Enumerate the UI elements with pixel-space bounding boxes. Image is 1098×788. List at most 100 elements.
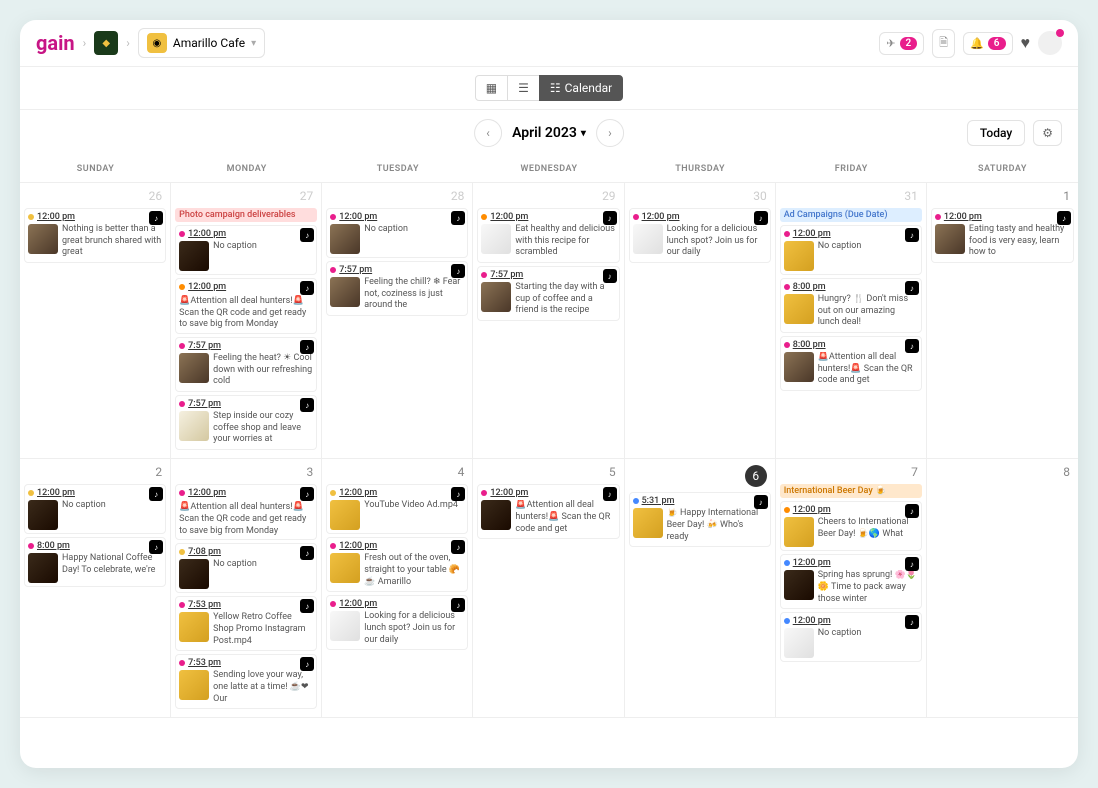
user-avatar[interactable]	[1038, 31, 1062, 55]
post-caption: 🚨Attention all deal hunters!🚨 Scan the Q…	[818, 352, 918, 387]
post-card[interactable]: 7:08 pm♪No caption	[175, 543, 317, 593]
prev-month-button[interactable]: ‹	[474, 119, 502, 147]
day-cell[interactable]: 31Ad Campaigns (Due Date)12:00 pm♪No cap…	[776, 183, 927, 458]
post-card[interactable]: 12:00 pm♪Eating tasty and healthy food i…	[931, 208, 1074, 263]
org-badge[interactable]: ◆	[94, 31, 118, 55]
post-card[interactable]: 12:00 pm♪🚨Attention all deal hunters!🚨 S…	[477, 484, 619, 539]
calendar-view-button[interactable]: ☷ Calendar	[539, 75, 623, 101]
post-card[interactable]: 8:00 pm♪Happy National Coffee Day! To ce…	[24, 537, 166, 587]
paper-plane-icon: ✈	[886, 37, 895, 50]
day-cell[interactable]: 2912:00 pm♪Eat healthy and delicious wit…	[473, 183, 624, 458]
post-caption: Nothing is better than a great brunch sh…	[62, 224, 162, 259]
heart-icon[interactable]: ♥	[1021, 33, 1031, 53]
day-number: 26	[24, 187, 166, 205]
day-cell[interactable]: 1 12:00 pm♪Eating tasty and healthy food …	[927, 183, 1078, 458]
next-month-button[interactable]: ›	[596, 119, 624, 147]
status-dot	[784, 507, 790, 513]
post-card[interactable]: 12:00 pm♪No caption	[780, 612, 922, 662]
archive-button[interactable]: 🗎	[932, 29, 955, 58]
tiktok-icon: ♪	[905, 339, 919, 353]
status-dot	[330, 601, 336, 607]
post-card[interactable]: 12:00 pm♪Cheers to International Beer Da…	[780, 501, 922, 551]
post-card[interactable]: 12:00 pm♪Nothing is better than a great …	[24, 208, 166, 263]
post-card[interactable]: 7:57 pm♪Starting the day with a cup of c…	[477, 266, 619, 321]
post-card[interactable]: 12:00 pm♪YouTube Video Ad.mp4	[326, 484, 468, 534]
day-cell[interactable]: 65:31 pm♪🍺 Happy International Beer Day!…	[625, 459, 776, 717]
tiktok-icon: ♪	[149, 211, 163, 225]
event-banner[interactable]: Ad Campaigns (Due Date)	[780, 208, 922, 222]
post-card[interactable]: 12:00 pm♪Spring has sprung! 🌸🌷🌼 Time to …	[780, 554, 922, 609]
chevron-down-icon: ▾	[251, 38, 256, 49]
tiktok-icon: ♪	[300, 398, 314, 412]
post-card[interactable]: 8:00 pm♪🚨Attention all deal hunters!🚨 Sc…	[780, 336, 922, 391]
workspace-selector[interactable]: ◉ Amarillo Cafe ▾	[138, 28, 265, 58]
list-view-button[interactable]: ☰	[508, 75, 539, 101]
day-cell[interactable]: 26 12:00 pm♪Nothing is better than a grea…	[20, 183, 171, 458]
chevron-down-icon: ▾	[581, 128, 586, 139]
post-time: 7:57 pm	[490, 270, 523, 280]
post-time: 12:00 pm	[188, 282, 226, 292]
post-card[interactable]: 7:57 pm♪Step inside our cozy coffee shop…	[175, 395, 317, 450]
day-cell[interactable]: 512:00 pm♪🚨Attention all deal hunters!🚨 …	[473, 459, 624, 717]
dow: FRIDAY	[776, 156, 927, 182]
post-card[interactable]: 12:00 pm♪No caption	[780, 225, 922, 275]
event-banner[interactable]: Photo campaign deliverables	[175, 208, 317, 222]
post-card[interactable]: 7:53 pm♪Sending love your way, one latte…	[175, 654, 317, 709]
day-number: 1	[931, 187, 1074, 205]
status-dot	[633, 214, 639, 220]
post-time: 12:00 pm	[188, 488, 226, 498]
tiktok-icon: ♪	[603, 211, 617, 225]
post-thumbnail	[179, 670, 209, 700]
today-button[interactable]: Today	[967, 120, 1025, 146]
post-card[interactable]: 5:31 pm♪🍺 Happy International Beer Day! …	[629, 492, 771, 547]
status-dot	[481, 272, 487, 278]
day-cell[interactable]: 2812:00 pm♪No caption7:57 pm♪Feeling the…	[322, 183, 473, 458]
post-card[interactable]: 7:57 pm♪Feeling the chill? ❄ Fear not, c…	[326, 261, 468, 316]
post-card[interactable]: 12:00 pm♪Looking for a delicious lunch s…	[326, 595, 468, 650]
post-caption: No caption	[213, 559, 257, 589]
status-dot	[481, 214, 487, 220]
post-card[interactable]: 12:00 pm♪🚨Attention all deal hunters!🚨 S…	[175, 278, 317, 334]
post-card[interactable]: 12:00 pm♪No caption	[175, 225, 317, 275]
post-caption: No caption	[364, 224, 408, 254]
tiktok-icon: ♪	[603, 269, 617, 283]
status-dot	[330, 214, 336, 220]
day-cell[interactable]: 8	[927, 459, 1078, 717]
week-row: 2612:00 pm♪Nothing is better than a grea…	[20, 183, 1078, 459]
post-thumbnail	[28, 500, 58, 530]
day-cell[interactable]: 7International Beer Day 🍺12:00 pm♪Cheers…	[776, 459, 927, 717]
day-cell[interactable]: 3012:00 pm♪Looking for a delicious lunch…	[625, 183, 776, 458]
post-card[interactable]: 12:00 pm♪Eat healthy and delicious with …	[477, 208, 619, 263]
post-time: 7:57 pm	[339, 265, 372, 275]
post-thumbnail	[784, 570, 814, 600]
approvals-button[interactable]: ✈ 2	[879, 32, 924, 55]
post-card[interactable]: 12:00 pm♪🚨Attention all deal hunters!🚨 S…	[175, 484, 317, 540]
settings-button[interactable]: ⚙	[1033, 120, 1062, 146]
post-card[interactable]: 7:53 pm♪Yellow Retro Coffee Shop Promo I…	[175, 596, 317, 651]
post-card[interactable]: 12:00 pm♪No caption	[326, 208, 468, 258]
event-banner[interactable]: International Beer Day 🍺	[780, 484, 922, 498]
post-caption: Step inside our cozy coffee shop and lea…	[213, 411, 313, 446]
day-cell[interactable]: 27Photo campaign deliverables12:00 pm♪No…	[171, 183, 322, 458]
post-card[interactable]: 12:00 pm♪Looking for a delicious lunch s…	[629, 208, 771, 263]
day-cell[interactable]: 312:00 pm♪🚨Attention all deal hunters!🚨 …	[171, 459, 322, 717]
logo[interactable]: gain	[36, 31, 75, 55]
tiktok-icon: ♪	[300, 546, 314, 560]
post-card[interactable]: 12:00 pm♪No caption	[24, 484, 166, 534]
tiktok-icon: ♪	[1057, 211, 1071, 225]
tiktok-icon: ♪	[451, 211, 465, 225]
post-card[interactable]: 12:00 pm♪Fresh out of the oven, straight…	[326, 537, 468, 592]
day-cell[interactable]: 412:00 pm♪YouTube Video Ad.mp412:00 pm♪F…	[322, 459, 473, 717]
tiktok-icon: ♪	[451, 540, 465, 554]
day-cell[interactable]: 212:00 pm♪No caption8:00 pm♪Happy Nation…	[20, 459, 171, 717]
post-time: 12:00 pm	[188, 229, 226, 239]
post-card[interactable]: 8:00 pm♪Hungry? 🍴 Don't miss out on our …	[780, 278, 922, 333]
grid-view-button[interactable]: ▦	[475, 75, 508, 101]
notifications-button[interactable]: 🔔 6	[963, 32, 1012, 55]
tiktok-icon: ♪	[300, 281, 314, 295]
month-label[interactable]: April 2023 ▾	[512, 125, 586, 141]
dow: SUNDAY	[20, 156, 171, 182]
tiktok-icon: ♪	[300, 599, 314, 613]
post-time: 12:00 pm	[793, 505, 831, 515]
post-card[interactable]: 7:57 pm♪Feeling the heat? ☀ Cool down wi…	[175, 337, 317, 392]
